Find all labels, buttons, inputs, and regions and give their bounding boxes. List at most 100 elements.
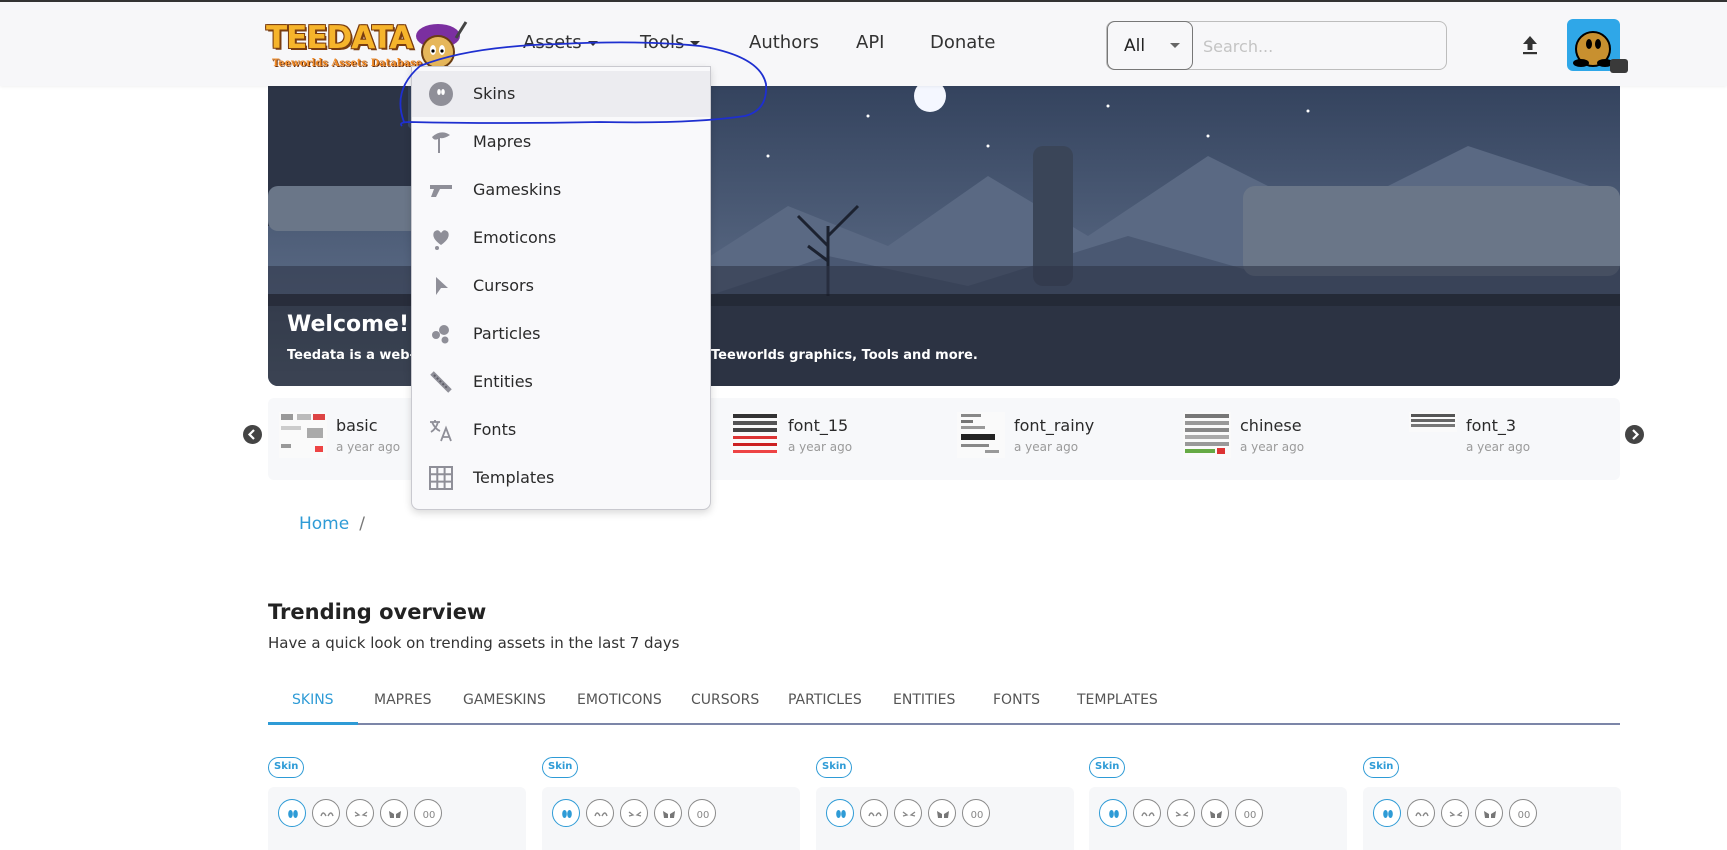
eyes-blink-icon[interactable]: 00 [962, 799, 990, 827]
skin-card[interactable]: 00 [1363, 787, 1621, 850]
menu-item-templates[interactable]: Templates [412, 455, 710, 501]
eyes-happy-icon[interactable] [586, 799, 614, 827]
tab-particles[interactable]: PARTICLES [788, 692, 862, 708]
eyes-normal-icon[interactable] [1373, 799, 1401, 827]
eyes-angry-icon[interactable] [928, 799, 956, 827]
eyes-happy-icon[interactable] [312, 799, 340, 827]
search-category-select[interactable]: All [1107, 21, 1193, 70]
entities-icon [430, 371, 452, 393]
tab-templates[interactable]: TEMPLATES [1077, 692, 1158, 708]
nav-assets[interactable]: Assets [523, 32, 598, 53]
svg-text:00: 00 [1518, 810, 1531, 821]
carousel-next-button[interactable] [1625, 425, 1644, 444]
nav-api[interactable]: API [856, 32, 884, 53]
menu-item-emoticons[interactable]: Emoticons [412, 215, 710, 261]
tab-entities[interactable]: ENTITIES [893, 692, 955, 708]
trending-title: Trending overview [268, 600, 487, 624]
menu-item-mapres[interactable]: Mapres [412, 119, 710, 165]
eyes-pain-icon[interactable] [894, 799, 922, 827]
particles-icon [432, 325, 449, 344]
carousel-item[interactable]: font_15 a year ago [724, 408, 934, 464]
menu-item-label: Particles [473, 324, 541, 343]
menu-item-label: Mapres [473, 132, 532, 151]
heart-icon [433, 230, 449, 250]
skin-card[interactable]: 00 [268, 787, 526, 850]
trending-tabs: SKINS MAPRES GAMESKINS EMOTICONS CURSORS… [268, 680, 1620, 725]
top-navbar: TEEDATA Teeworlds Assets Database Assets… [0, 0, 1727, 86]
carousel-item-name: basic [336, 416, 378, 435]
tab-mapres[interactable]: MAPRES [374, 692, 432, 708]
menu-item-fonts[interactable]: Fonts [412, 407, 710, 453]
carousel-item-time: a year ago [1014, 440, 1079, 454]
breadcrumb-home-link[interactable]: Home [299, 514, 349, 534]
breadcrumb: Home / [299, 514, 365, 534]
carousel-prev-button[interactable] [243, 425, 262, 444]
chevron-right-icon [1632, 429, 1640, 440]
tab-skins[interactable]: SKINS [292, 692, 334, 708]
eyes-happy-icon[interactable] [860, 799, 888, 827]
user-avatar[interactable] [1567, 19, 1628, 73]
eyes-angry-icon[interactable] [380, 799, 408, 827]
svg-text:00: 00 [1244, 810, 1257, 821]
eyes-blink-icon[interactable]: 00 [1235, 799, 1263, 827]
tab-emoticons[interactable]: EMOTICONS [577, 692, 662, 708]
eyes-normal-icon[interactable] [552, 799, 580, 827]
eyes-pain-icon[interactable] [1441, 799, 1469, 827]
eyes-blink-icon[interactable]: 00 [1509, 799, 1537, 827]
chevron-left-icon [247, 429, 255, 440]
carousel-item-name: font_15 [788, 416, 849, 435]
asset-type-badge: Skin [542, 757, 579, 778]
hero-title: Welcome! [287, 312, 409, 337]
eyes-normal-icon[interactable] [278, 799, 306, 827]
menu-item-gameskins[interactable]: Gameskins [412, 167, 710, 213]
carousel-item[interactable]: font_rainy a year ago [950, 408, 1160, 464]
hero-description: Teedata is a web-b [287, 348, 425, 363]
upload-icon[interactable] [1518, 32, 1542, 58]
menu-item-particles[interactable]: Particles [412, 311, 710, 357]
asset-type-badge: Skin [1089, 757, 1126, 778]
eyes-pain-icon[interactable] [1167, 799, 1195, 827]
skin-card[interactable]: 00 [1089, 787, 1347, 850]
eyes-normal-icon[interactable] [826, 799, 854, 827]
search-input[interactable] [1203, 35, 1433, 57]
eyes-normal-icon[interactable] [1099, 799, 1127, 827]
active-tab-indicator [268, 722, 358, 725]
tab-fonts[interactable]: FONTS [993, 692, 1040, 708]
eyes-pain-icon[interactable] [620, 799, 648, 827]
menu-item-skins[interactable]: Skins [412, 71, 710, 117]
chevron-down-icon [1170, 43, 1180, 48]
menu-item-label: Entities [473, 372, 533, 391]
carousel-item[interactable]: font_3 a year ago [1402, 408, 1612, 464]
menu-item-label: Cursors [473, 276, 534, 295]
menu-item-entities[interactable]: Entities [412, 359, 710, 405]
asset-thumbnail [279, 412, 327, 458]
carousel-item-time: a year ago [336, 440, 401, 454]
eyes-angry-icon[interactable] [1475, 799, 1503, 827]
carousel-item[interactable]: chinese a year ago [1176, 408, 1386, 464]
asset-thumbnail [957, 412, 1005, 458]
svg-text:00: 00 [971, 810, 984, 821]
eyes-happy-icon[interactable] [1133, 799, 1161, 827]
carousel-item-name: font_rainy [1014, 416, 1095, 435]
nav-tools[interactable]: Tools [640, 32, 701, 53]
carousel-item-time: a year ago [1240, 440, 1305, 454]
tab-gameskins[interactable]: GAMESKINS [463, 692, 546, 708]
menu-item-cursors[interactable]: Cursors [412, 263, 710, 309]
eyes-pain-icon[interactable] [346, 799, 374, 827]
eyes-angry-icon[interactable] [1201, 799, 1229, 827]
nav-assets-label: Assets [523, 32, 582, 53]
eyes-blink-icon[interactable]: 00 [414, 799, 442, 827]
tree-icon [432, 132, 450, 153]
eyes-blink-icon[interactable]: 00 [688, 799, 716, 827]
nav-donate[interactable]: Donate [930, 32, 995, 53]
nav-authors[interactable]: Authors [749, 32, 819, 53]
nav-tools-label: Tools [640, 32, 685, 53]
tab-cursors[interactable]: CURSORS [691, 692, 759, 708]
eyes-happy-icon[interactable] [1407, 799, 1435, 827]
assets-dropdown-menu: Skins Mapres Gameskins Emoticons Cursors… [411, 66, 711, 510]
menu-item-label: Skins [473, 84, 516, 103]
skin-card[interactable]: 00 [542, 787, 800, 850]
asset-type-badge: Skin [1363, 757, 1400, 778]
skin-card[interactable]: 00 [816, 787, 1074, 850]
eyes-angry-icon[interactable] [654, 799, 682, 827]
